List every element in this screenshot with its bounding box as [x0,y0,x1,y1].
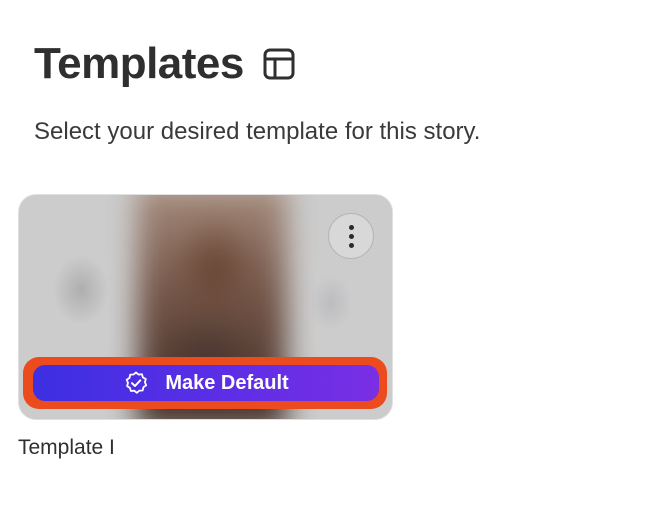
make-default-label: Make Default [165,371,289,394]
make-default-button[interactable]: Make Default [33,365,379,401]
page-header: Templates [34,38,296,90]
card-menu-button[interactable] [328,213,374,259]
badge-check-icon [123,370,149,396]
template-card[interactable]: Make Default [18,194,393,420]
page-subtitle: Select your desired template for this st… [34,118,481,145]
layout-icon [262,47,296,81]
template-name: Template I [18,436,115,459]
more-vertical-icon [348,224,354,248]
templates-page: Templates Select your desired template f… [0,0,658,522]
page-title: Templates [34,39,244,88]
